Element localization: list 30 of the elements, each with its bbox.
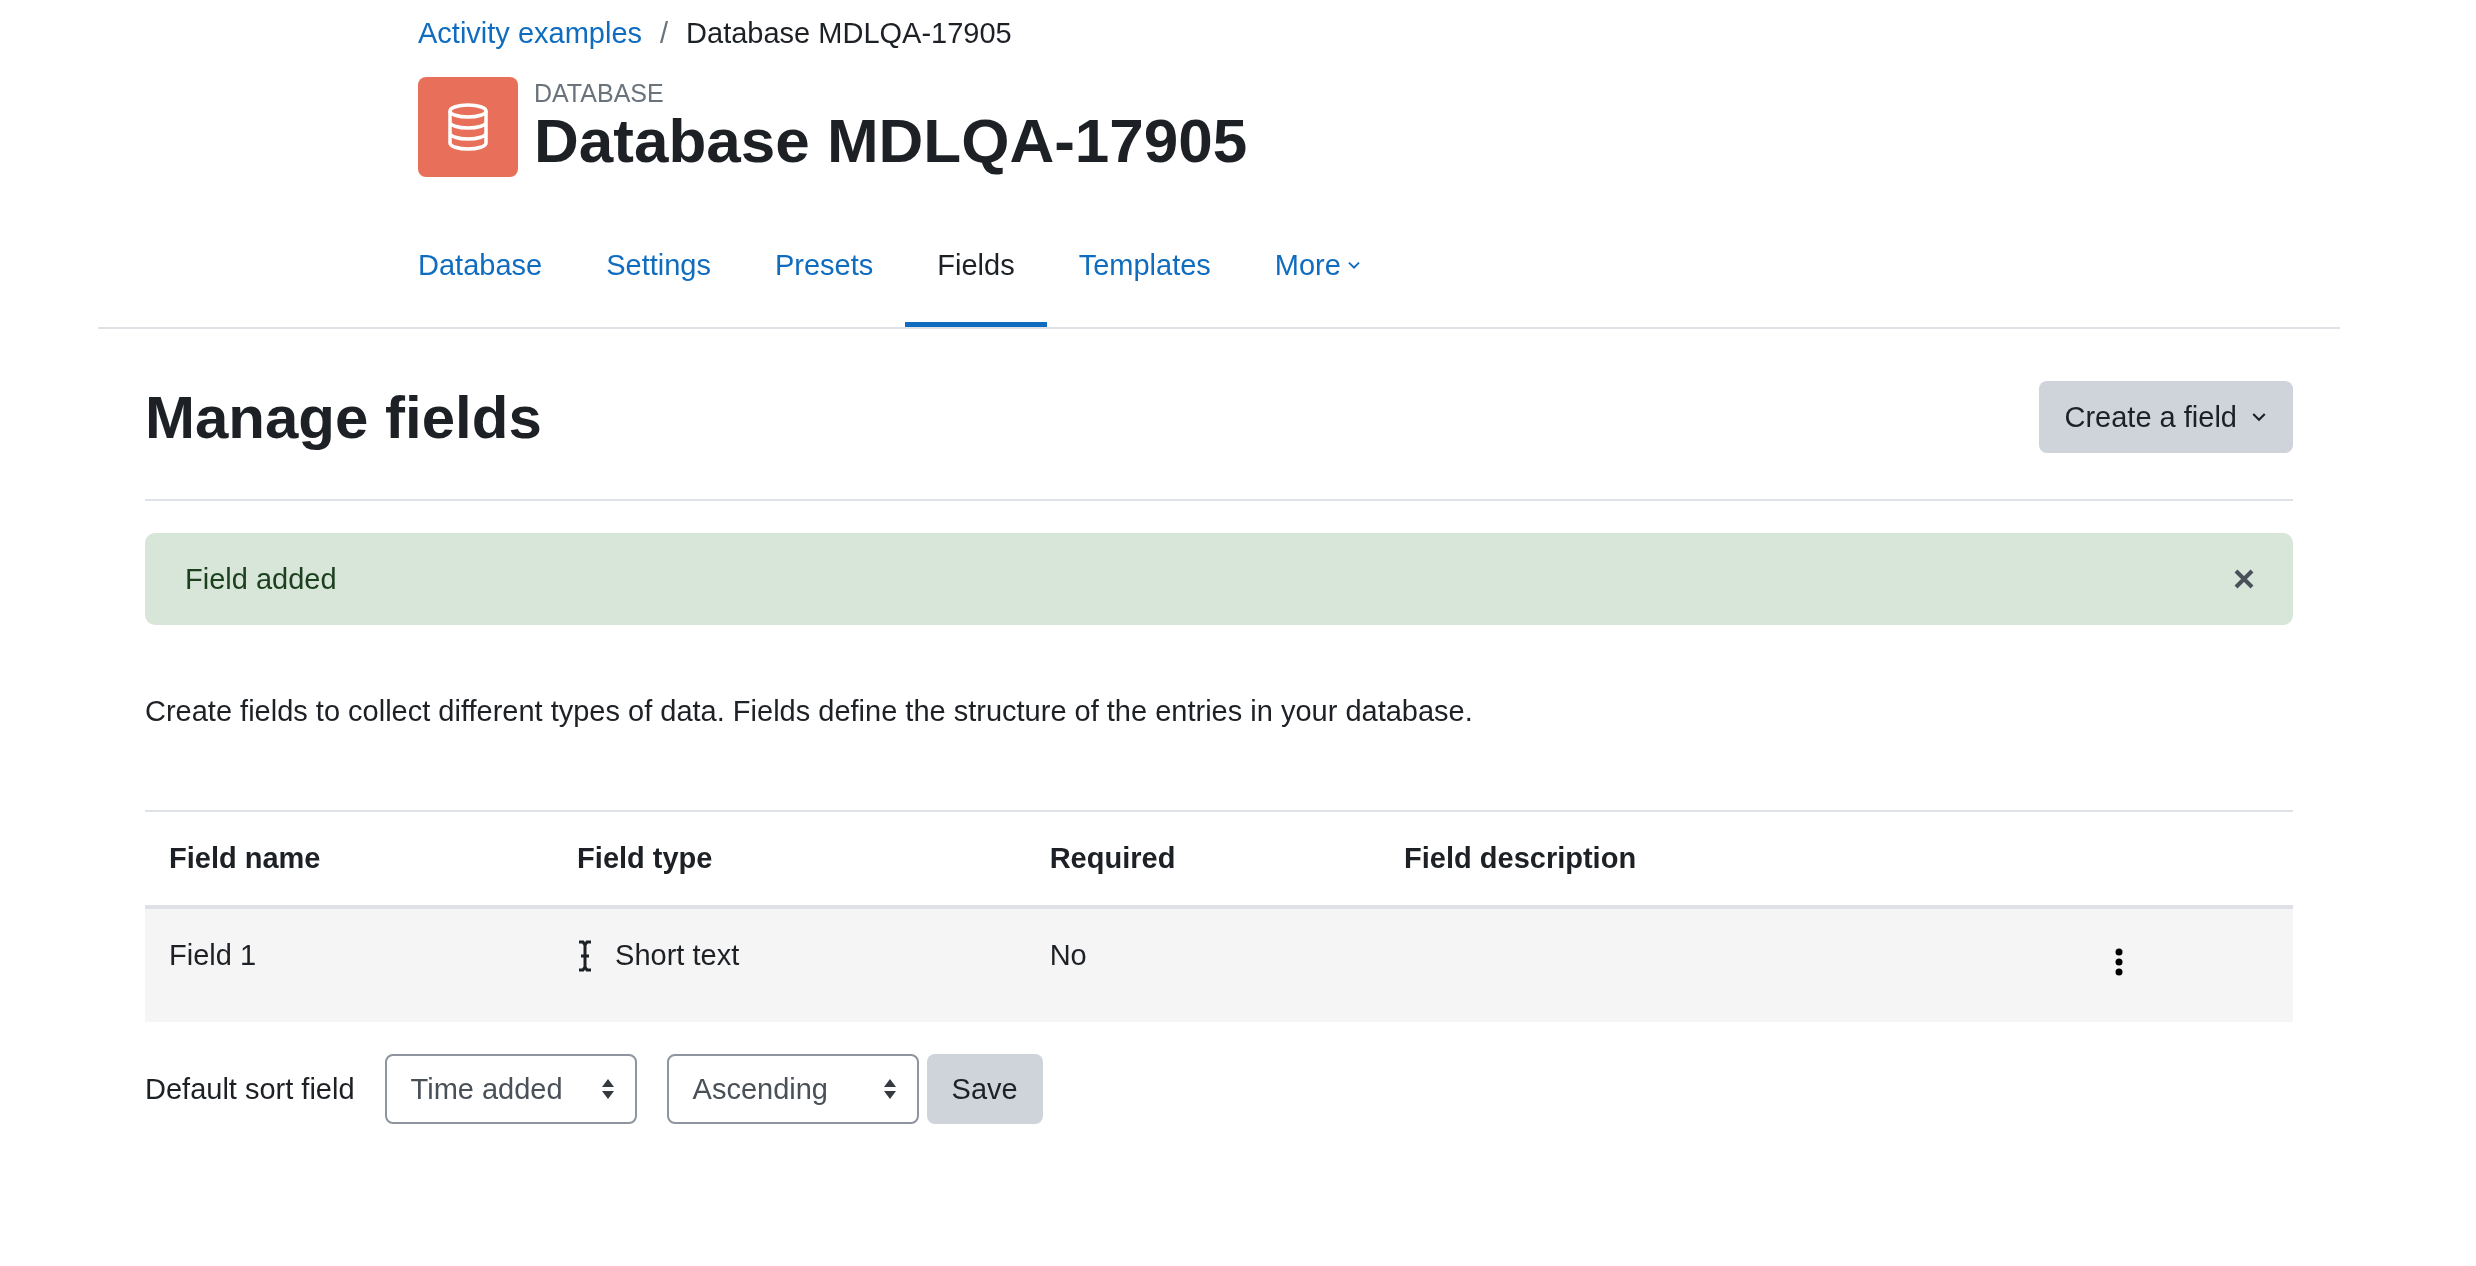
section-heading: Manage fields [145,382,542,452]
nav-tab[interactable]: Presets [742,249,906,327]
nav-tab[interactable]: Database [416,249,575,327]
sort-field-select[interactable]: Time added [384,1054,637,1124]
field-type-text: Short text [615,939,740,972]
text-cursor-icon [577,939,594,972]
kebab-menu-icon[interactable] [2115,948,2123,976]
sort-order-select[interactable]: Ascending [666,1054,919,1124]
breadcrumb-current: Database MDLQA-17905 [686,16,1012,50]
required-cell: No [1025,907,1381,1022]
page-heading: Database MDLQA-17905 [534,108,1248,174]
caret-icon [2251,412,2267,422]
breadcrumb-link[interactable]: Activity examples [418,16,642,50]
database-icon [418,77,518,177]
create-field-button[interactable]: Create a field [2038,381,2293,453]
nav-tab[interactable]: Templates [1046,249,1243,327]
nav-tab[interactable]: Fields [905,249,1047,327]
close-button[interactable] [2233,568,2255,590]
caret-icon [1346,261,1361,270]
field-name-cell: Field 1 [145,907,554,1022]
activity-type-label: DATABASE [534,79,665,108]
nav-tab[interactable]: Settings [574,249,743,327]
save-button[interactable]: Save [926,1054,1043,1124]
intro-text: Create fields to collect different types of data. Fields define the structure of the entries in your database. [145,695,1474,728]
sort-label: Default sort field [145,1072,355,1106]
breadcrumb-separator: / [660,16,669,50]
up-down-icon [600,1078,615,1100]
alert-message: Field added [185,562,337,596]
nav-tab[interactable]: More [1242,249,1393,327]
up-down-icon [882,1078,897,1100]
